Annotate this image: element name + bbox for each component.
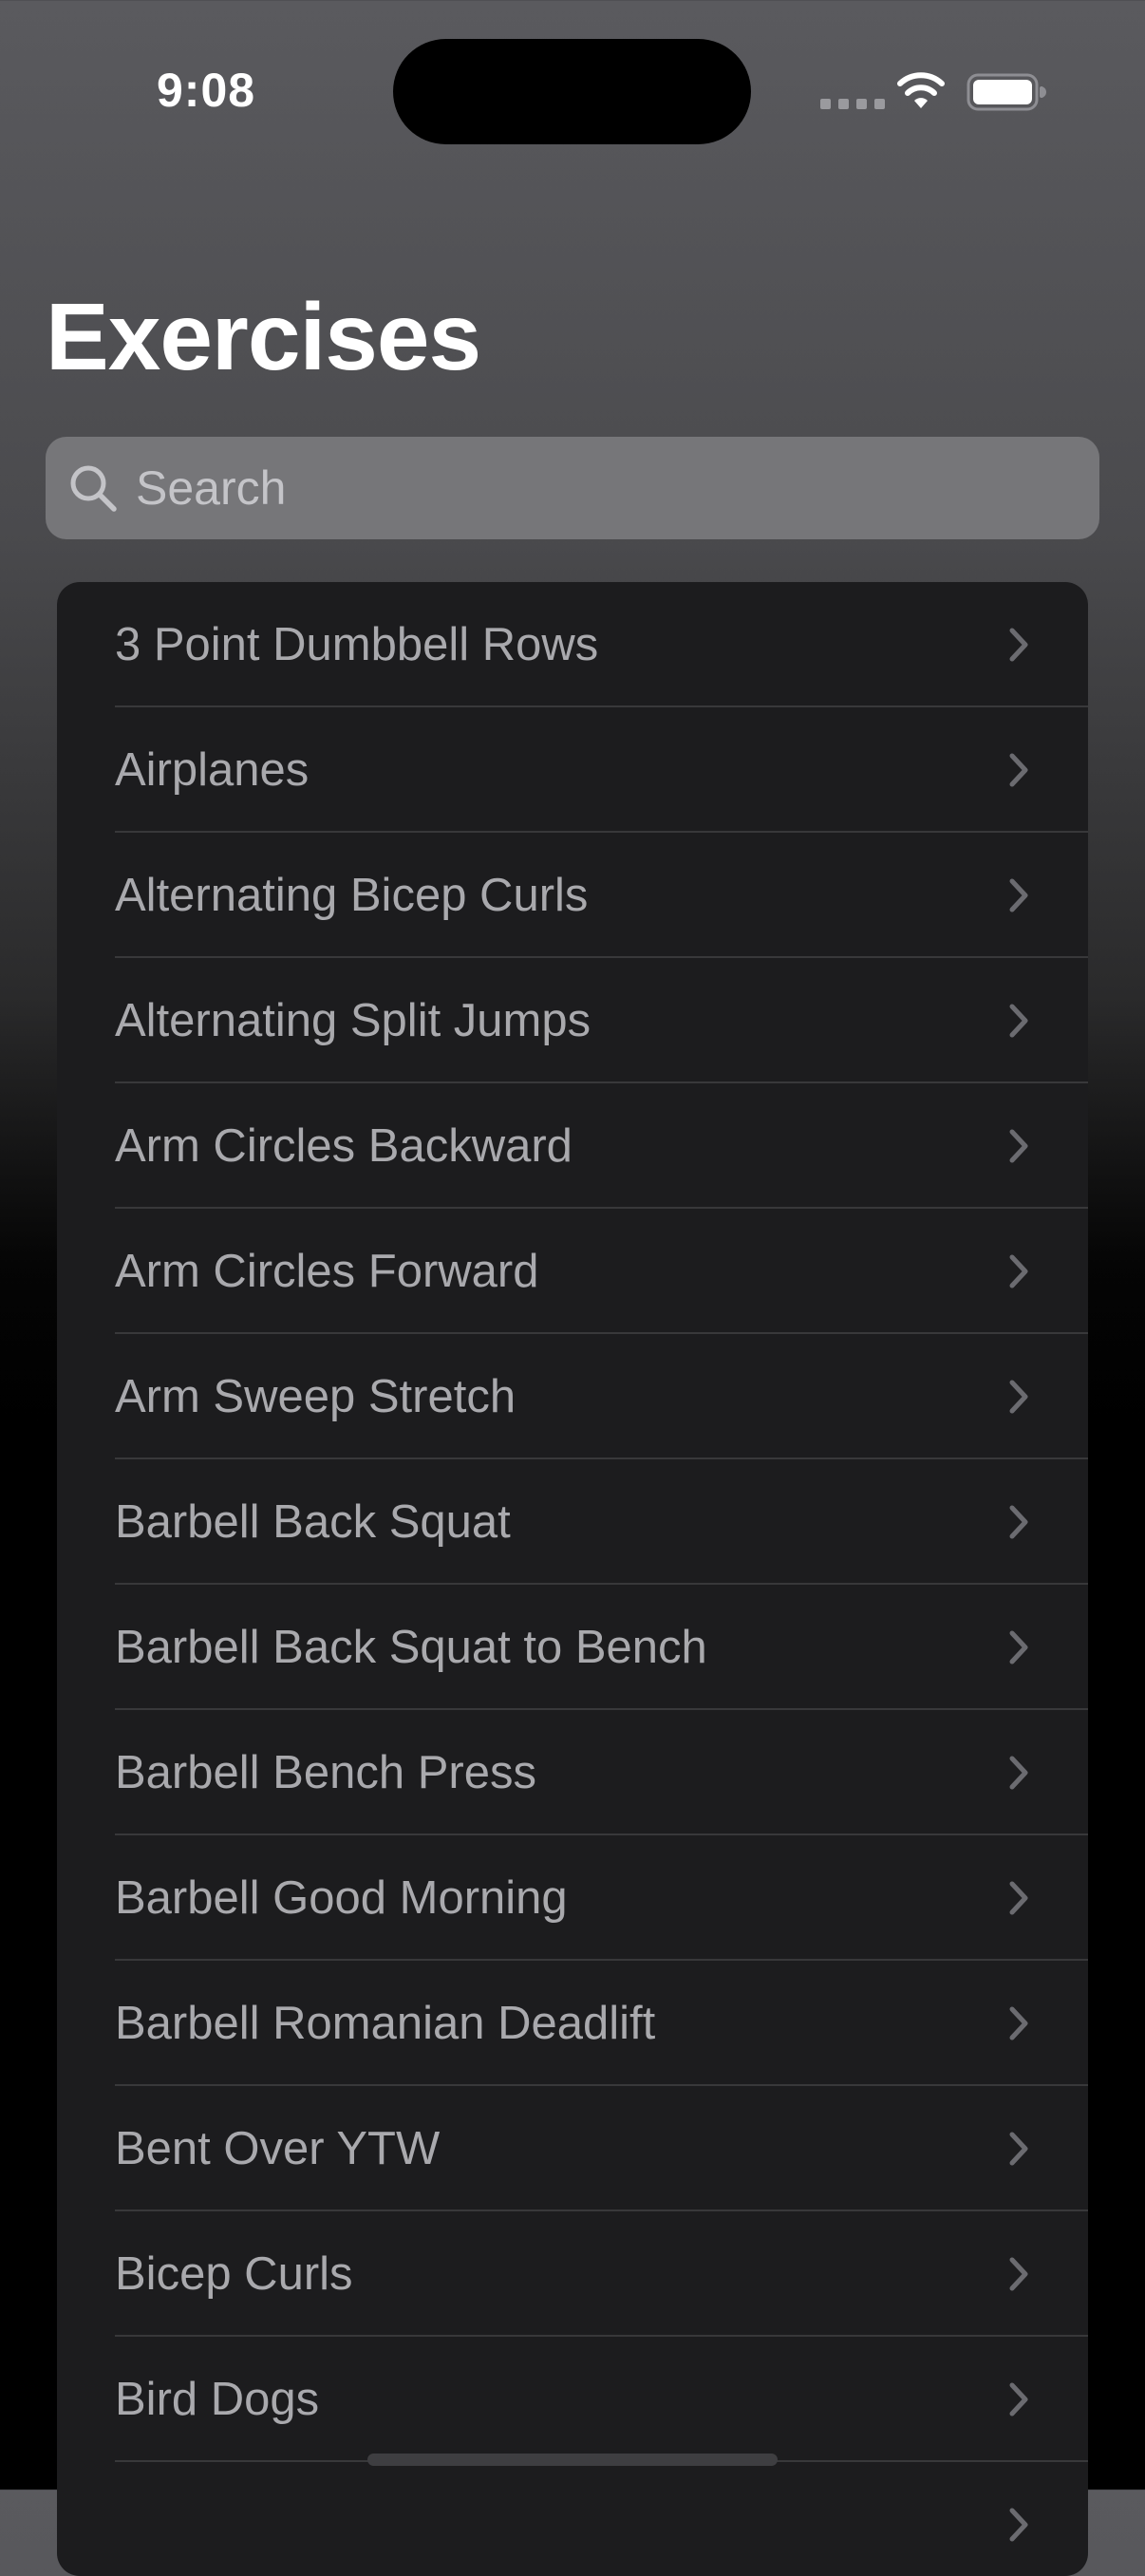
chevron-right-icon bbox=[1009, 753, 1028, 787]
exercise-name: Bird Dogs bbox=[115, 2374, 320, 2425]
list-item[interactable]: Arm Sweep Stretch bbox=[57, 1334, 1088, 1459]
exercise-name: Bicep Curls bbox=[115, 2248, 353, 2300]
home-indicator[interactable] bbox=[367, 2454, 778, 2466]
list-item[interactable]: Barbell Back Squat to Bench bbox=[57, 1585, 1088, 1710]
exercise-list: 3 Point Dumbbell Rows Airplanes Alternatin… bbox=[57, 582, 1088, 2576]
chevron-right-icon bbox=[1009, 1004, 1028, 1038]
wifi-icon bbox=[897, 72, 945, 108]
list-item[interactable]: Arm Circles Forward bbox=[57, 1209, 1088, 1334]
list-item[interactable]: Barbell Bench Press bbox=[57, 1710, 1088, 1835]
chevron-right-icon bbox=[1009, 878, 1028, 912]
exercise-name: Barbell Back Squat bbox=[115, 1496, 511, 1548]
list-item[interactable]: 3 Point Dumbbell Rows bbox=[57, 582, 1088, 707]
chevron-right-icon bbox=[1009, 2508, 1028, 2542]
status-bar: 9:08 bbox=[0, 0, 1145, 190]
list-item[interactable]: Barbell Good Morning bbox=[57, 1835, 1088, 1961]
page-title: Exercises bbox=[46, 284, 481, 390]
dynamic-island bbox=[393, 39, 751, 144]
status-time: 9:08 bbox=[157, 64, 256, 117]
chevron-right-icon bbox=[1009, 1505, 1028, 1539]
search-bar[interactable] bbox=[46, 437, 1099, 539]
list-item[interactable]: Alternating Bicep Curls bbox=[57, 833, 1088, 958]
chevron-right-icon bbox=[1009, 2006, 1028, 2040]
exercise-name: Airplanes bbox=[115, 744, 310, 796]
chevron-right-icon bbox=[1009, 1380, 1028, 1414]
list-item[interactable] bbox=[57, 2462, 1088, 2576]
cellular-signal-icon bbox=[820, 99, 885, 109]
exercise-name: Alternating Bicep Curls bbox=[115, 870, 589, 921]
exercise-name: Arm Circles Forward bbox=[115, 1246, 539, 1297]
exercise-name: 3 Point Dumbbell Rows bbox=[115, 619, 599, 670]
chevron-right-icon bbox=[1009, 1630, 1028, 1664]
exercise-name: Barbell Good Morning bbox=[115, 1872, 568, 1924]
exercise-name: Barbell Romanian Deadlift bbox=[115, 1998, 656, 2049]
chevron-right-icon bbox=[1009, 2382, 1028, 2416]
chevron-right-icon bbox=[1009, 2257, 1028, 2291]
chevron-right-icon bbox=[1009, 628, 1028, 662]
list-item[interactable]: Bent Over YTW bbox=[57, 2086, 1088, 2211]
list-item[interactable]: Arm Circles Backward bbox=[57, 1083, 1088, 1209]
exercise-name: Barbell Back Squat to Bench bbox=[115, 1622, 707, 1673]
list-item[interactable]: Barbell Back Squat bbox=[57, 1459, 1088, 1585]
chevron-right-icon bbox=[1009, 1129, 1028, 1163]
search-input[interactable] bbox=[136, 437, 1066, 539]
list-item[interactable]: Barbell Romanian Deadlift bbox=[57, 1961, 1088, 2086]
search-icon bbox=[70, 465, 117, 512]
battery-icon bbox=[967, 73, 1046, 111]
list-item[interactable]: Alternating Split Jumps bbox=[57, 958, 1088, 1083]
exercise-name: Barbell Bench Press bbox=[115, 1747, 536, 1798]
list-item[interactable]: Bird Dogs bbox=[57, 2337, 1088, 2462]
list-item[interactable]: Bicep Curls bbox=[57, 2211, 1088, 2337]
chevron-right-icon bbox=[1009, 1254, 1028, 1288]
list-item[interactable]: Airplanes bbox=[57, 707, 1088, 833]
chevron-right-icon bbox=[1009, 1881, 1028, 1915]
exercise-name: Arm Circles Backward bbox=[115, 1120, 572, 1172]
chevron-right-icon bbox=[1009, 2132, 1028, 2166]
exercise-name: Alternating Split Jumps bbox=[115, 995, 591, 1046]
exercise-name: Arm Sweep Stretch bbox=[115, 1371, 516, 1422]
chevron-right-icon bbox=[1009, 1756, 1028, 1790]
exercise-name: Bent Over YTW bbox=[115, 2123, 441, 2174]
